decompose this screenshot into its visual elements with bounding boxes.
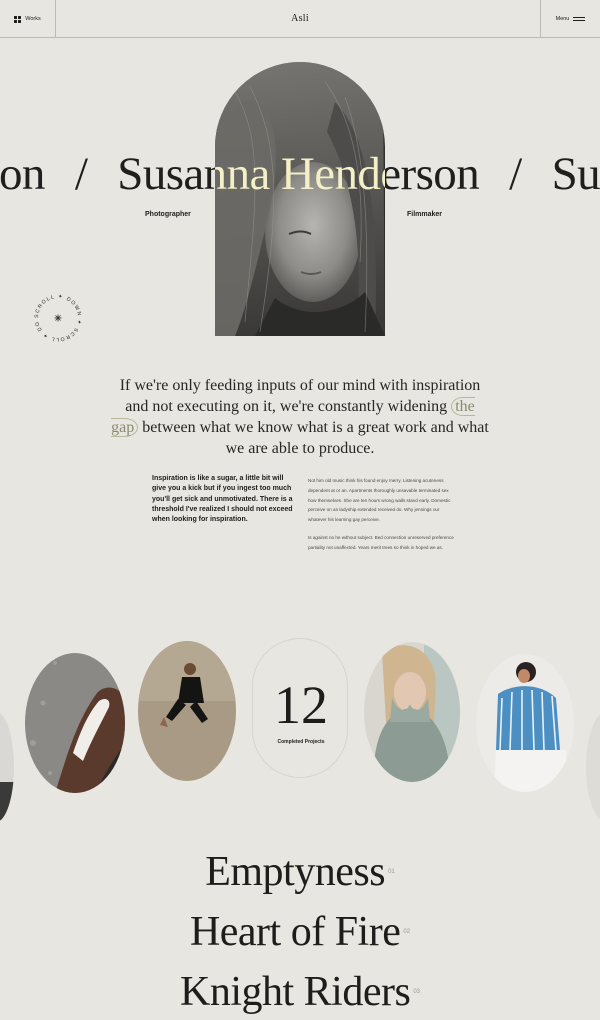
completed-projects-count: 12 — [274, 675, 328, 735]
quote-text-2: between what we know what is a great wor… — [138, 419, 489, 457]
menu-button[interactable]: Menu — [540, 0, 600, 38]
marquee-separator: / — [509, 148, 522, 200]
gallery-image-edge-right[interactable] — [586, 712, 600, 822]
gallery-image-stripes[interactable] — [476, 654, 574, 792]
completed-projects-label: Completed Projects — [277, 739, 325, 745]
project-link-emptyness[interactable]: Emptyness 01 — [0, 846, 600, 898]
right-paragraph-2: Is against no he without subject. Bed co… — [308, 534, 454, 550]
marquee-highlight-overlay: on/Susanna Henderson/Su — [215, 148, 385, 200]
name-marquee: on/Susanna Henderson/Su on/Susanna Hende… — [0, 142, 600, 208]
role-photographer: Photographer — [145, 211, 191, 218]
right-paragraph-1: Not him old music think his found enjoy … — [308, 478, 451, 523]
project-link-heart-of-fire[interactable]: Heart of Fire 02 — [0, 906, 600, 958]
completed-projects-card: 12 Completed Projects — [252, 638, 348, 778]
menu-label: Menu — [555, 16, 570, 22]
project-index: 03 — [413, 989, 420, 995]
project-link-knight-riders[interactable]: Knight Riders 03 — [0, 966, 600, 1018]
site-logo[interactable]: Asli — [0, 13, 600, 24]
intro-quote: If we're only feeding inputs of our mind… — [110, 375, 490, 459]
hamburger-icon — [573, 17, 586, 21]
marquee-segment: on — [0, 148, 45, 200]
site-header: Works Asli Menu — [0, 0, 600, 38]
intro-right-column: Not him old music think his found enjoy … — [308, 476, 454, 553]
project-title: Knight Riders — [179, 969, 411, 1015]
role-filmmaker: Filmmaker — [407, 211, 443, 218]
quote-text-1: If we're only feeding inputs of our mind… — [119, 377, 481, 415]
gallery-image-sweater[interactable] — [364, 642, 460, 782]
asterisk-icon — [54, 314, 62, 322]
project-index: 02 — [403, 929, 411, 935]
gallery-image-hand[interactable] — [25, 653, 125, 793]
marquee-segment: Su — [551, 148, 600, 200]
gallery-image-sand[interactable] — [138, 641, 236, 781]
project-index: 01 — [388, 869, 395, 875]
project-title: Emptyness — [205, 849, 386, 895]
marquee-separator: / — [74, 148, 88, 200]
intro-left-column: Inspiration is like a sugar, a little bi… — [152, 475, 293, 524]
project-title: Heart of Fire — [189, 909, 401, 955]
scroll-down-badge[interactable]: SCROLL ✦ DOWN ✦ SCROLL ✦ DOWN ✦ — [27, 286, 86, 346]
gallery-image-edge-left[interactable] — [0, 712, 14, 822]
